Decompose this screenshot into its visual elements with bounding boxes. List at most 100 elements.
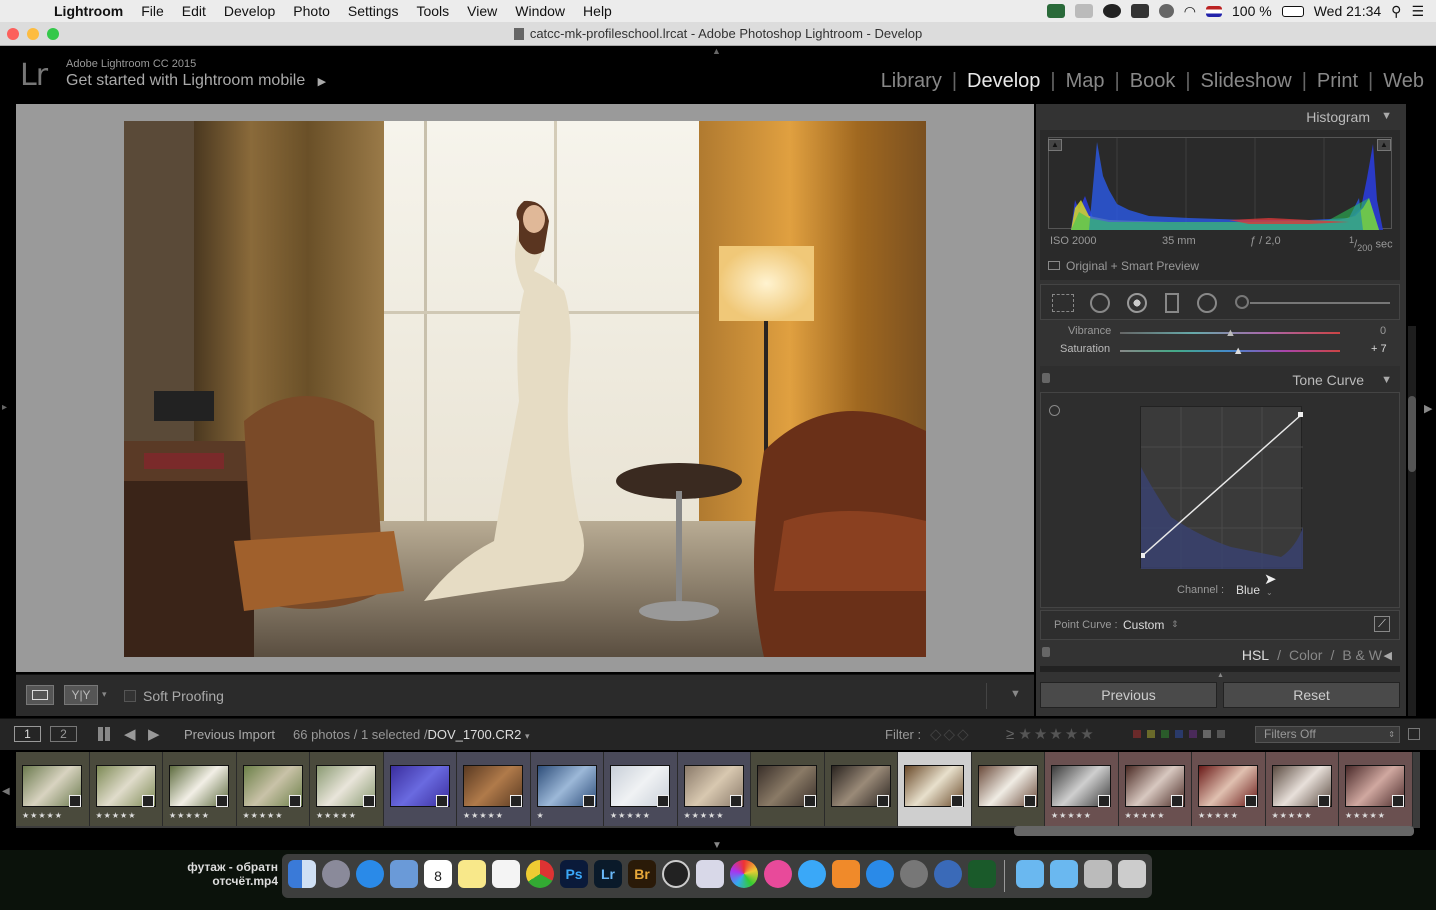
yellow-label-icon[interactable]: [1147, 730, 1155, 738]
filmstrip-cell[interactable]: ★★★★★: [163, 752, 237, 826]
folder-icon[interactable]: [1016, 860, 1044, 888]
filmstrip-cell[interactable]: [971, 752, 1045, 826]
menu-view[interactable]: View: [467, 3, 497, 19]
green-label-icon[interactable]: [1161, 730, 1169, 738]
tab-color[interactable]: Color: [1289, 647, 1322, 663]
filmstrip-cell[interactable]: ★★★★★: [89, 752, 163, 826]
calendar-icon[interactable]: 8: [424, 860, 452, 888]
itunes-icon[interactable]: [764, 860, 792, 888]
adjustment-brush-icon[interactable]: [1235, 295, 1249, 309]
flag-filters-icon[interactable]: ◇◇◇: [930, 725, 971, 743]
tone-curve-collapse-icon[interactable]: ▼: [1381, 374, 1392, 386]
filmstrip-cell[interactable]: ★★★★★: [310, 752, 384, 826]
filmstrip-cell[interactable]: ★★★★★: [1265, 752, 1339, 826]
menu-develop[interactable]: Develop: [224, 3, 275, 19]
left-panel-toggle-icon[interactable]: ▸: [2, 402, 7, 413]
loupe-view-button[interactable]: [26, 685, 54, 705]
main-photo[interactable]: [124, 121, 926, 657]
creative-cloud-icon[interactable]: [1102, 4, 1121, 18]
downloads-stack-icon[interactable]: [1084, 860, 1112, 888]
green-app-icon[interactable]: [968, 860, 996, 888]
targeted-adjustment-icon[interactable]: [1049, 405, 1060, 416]
vibrance-thumb-icon[interactable]: ▲: [1225, 327, 1236, 339]
before-after-button[interactable]: Y|Y: [64, 685, 98, 705]
zoom-window-button[interactable]: [47, 28, 59, 40]
module-library[interactable]: Library: [881, 70, 942, 93]
graduated-filter-icon[interactable]: [1165, 293, 1179, 313]
filmstrip-cell[interactable]: ★★★★★: [604, 752, 678, 826]
safari-icon[interactable]: [356, 860, 384, 888]
rating-stars-icon[interactable]: ★★★★★: [1018, 726, 1095, 743]
battery-icon[interactable]: [1281, 5, 1304, 17]
rating-filter[interactable]: ≥ ★★★★★: [1006, 725, 1096, 743]
menu-photo[interactable]: Photo: [293, 3, 330, 19]
filmstrip-cell[interactable]: [824, 752, 898, 826]
preview-icon[interactable]: [390, 860, 418, 888]
grid-view-icon[interactable]: [98, 727, 112, 741]
point-curve-select[interactable]: Custom: [1123, 618, 1164, 632]
hsl-toggle-switch[interactable]: [1042, 647, 1050, 657]
histogram-graph[interactable]: [1048, 137, 1392, 230]
menu-help[interactable]: Help: [583, 3, 612, 19]
filmstrip-cell[interactable]: [383, 752, 457, 826]
mobile-prompt-text[interactable]: Get started with Lightroom mobile: [66, 72, 305, 89]
photo-count[interactable]: 66 photos / 1 selected /DOV_1700.CR2 ▾: [293, 727, 530, 742]
app-store-icon[interactable]: [866, 860, 894, 888]
right-panel-scrollbar[interactable]: [1408, 326, 1416, 716]
system-preferences-icon[interactable]: [900, 860, 928, 888]
channel-select[interactable]: Blue: [1236, 583, 1260, 597]
photoshop-icon[interactable]: Ps: [560, 860, 588, 888]
menu-window[interactable]: Window: [515, 3, 565, 19]
blue-label-icon[interactable]: [1175, 730, 1183, 738]
red-eye-icon[interactable]: [1127, 293, 1147, 313]
edit-point-curve-icon[interactable]: ⟋: [1374, 616, 1390, 632]
module-book[interactable]: Book: [1130, 70, 1176, 93]
module-map[interactable]: Map: [1066, 70, 1105, 93]
vibrance-value[interactable]: 0: [1380, 325, 1386, 337]
filmstrip-left-arrow-icon[interactable]: ◀: [2, 786, 10, 797]
saturation-thumb-icon[interactable]: ▲: [1233, 345, 1244, 357]
menu-tools[interactable]: Tools: [416, 3, 449, 19]
selected-filename[interactable]: DOV_1700.CR2: [427, 727, 521, 742]
filmstrip-cell[interactable]: ★★★★★: [16, 752, 90, 826]
finder-icon[interactable]: [288, 860, 316, 888]
spot-removal-icon[interactable]: [1090, 293, 1110, 313]
filmstrip-cell[interactable]: [898, 752, 972, 826]
hsl-expand-icon[interactable]: ◀: [1384, 649, 1392, 662]
histogram-title[interactable]: Histogram: [1306, 109, 1370, 125]
menu-app-name[interactable]: Lightroom: [54, 3, 123, 19]
soft-proofing-checkbox[interactable]: [124, 690, 136, 702]
collapse-top-panel-icon[interactable]: ▲: [712, 46, 721, 56]
filmstrip-cell[interactable]: ★★★★★: [1339, 752, 1413, 826]
filmstrip-cell[interactable]: [751, 752, 825, 826]
documents-folder-icon[interactable]: [1050, 860, 1078, 888]
lightroom-dock-icon[interactable]: Lr: [594, 860, 622, 888]
input-flag-icon[interactable]: [1206, 5, 1222, 17]
menu-settings[interactable]: Settings: [348, 3, 399, 19]
launchpad-icon[interactable]: [322, 860, 350, 888]
previous-button[interactable]: Previous: [1040, 682, 1217, 708]
photos-icon[interactable]: [730, 860, 758, 888]
before-after-dropdown-icon[interactable]: ▾: [102, 689, 107, 700]
tone-curve-title[interactable]: Tone Curve: [1292, 372, 1364, 388]
rating-operator[interactable]: ≥: [1006, 726, 1014, 743]
crop-tool-icon[interactable]: [1052, 294, 1074, 312]
forward-arrow-icon[interactable]: ▶: [148, 725, 160, 743]
right-panel-scroll-thumb[interactable]: [1408, 396, 1416, 472]
play-arrow-icon[interactable]: ▶: [318, 76, 326, 88]
saturation-slider[interactable]: [1120, 350, 1340, 352]
tone-curve-graph[interactable]: [1140, 406, 1303, 569]
tab-hsl[interactable]: HSL: [1242, 647, 1269, 663]
menu-file[interactable]: File: [141, 3, 164, 19]
filmstrip[interactable]: ★★★★★ ★★★★★ ★★★★★ ★★★★★ ★★★★★ ★★★★★ ★ ★★★★★ ★★★★…: [16, 752, 1420, 828]
ibooks-icon[interactable]: [832, 860, 860, 888]
nvidia-icon[interactable]: [1130, 4, 1149, 18]
time-machine-icon[interactable]: [1158, 4, 1174, 18]
close-window-button[interactable]: [7, 28, 19, 40]
histogram-collapse-icon[interactable]: ▼: [1381, 110, 1392, 122]
filename-dropdown-icon[interactable]: ▾: [525, 731, 530, 741]
filmstrip-cell[interactable]: ★★★★★: [1045, 752, 1119, 826]
notes-icon[interactable]: [458, 860, 486, 888]
image-capture-icon[interactable]: [696, 860, 724, 888]
radial-filter-icon[interactable]: [1197, 293, 1217, 313]
